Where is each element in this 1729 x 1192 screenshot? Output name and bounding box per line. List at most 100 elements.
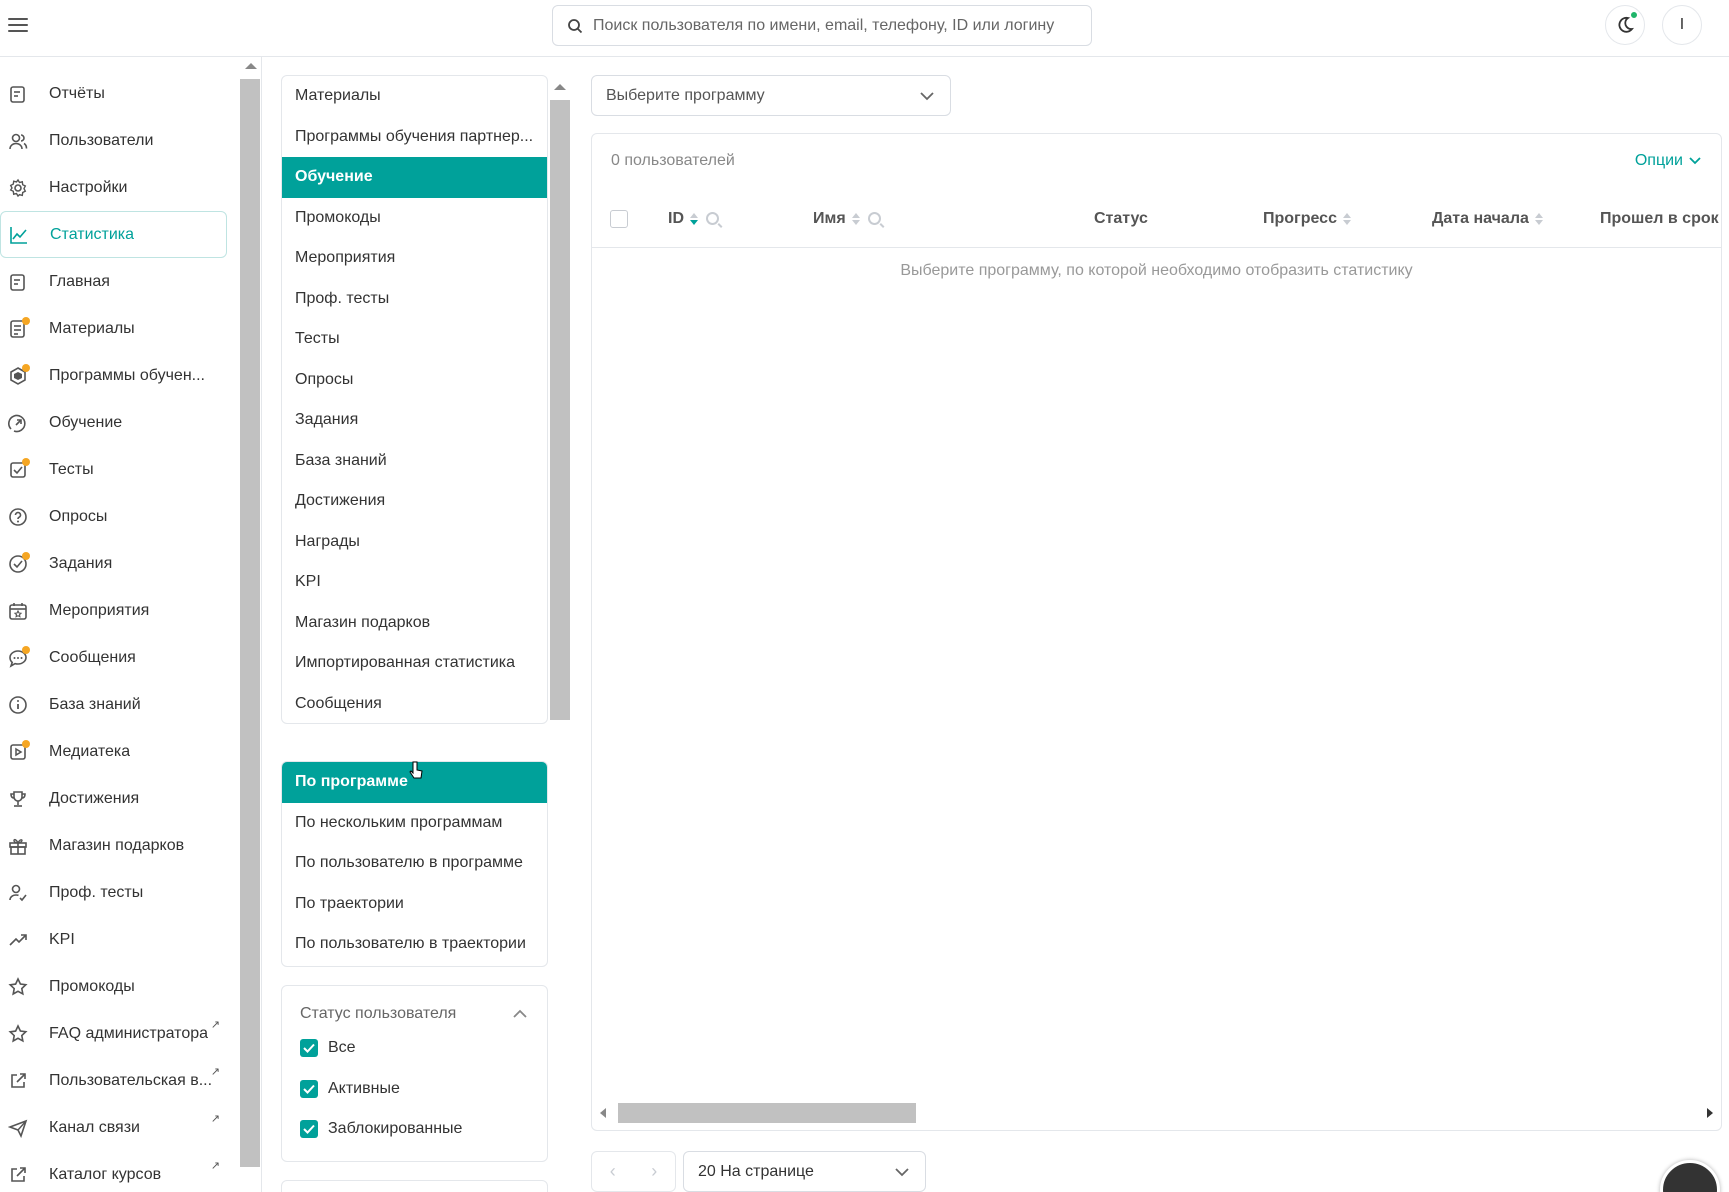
external-arrow-icon: ↗ [210, 1066, 220, 1078]
search-input[interactable] [593, 16, 1073, 35]
sidebar-item[interactable]: Промокоды [0, 963, 230, 1010]
checkbox[interactable] [300, 1039, 318, 1058]
report-type-item[interactable]: По нескольким программам [282, 803, 547, 844]
column-id[interactable]: ID [668, 189, 719, 248]
sidebar-item[interactable]: Пользователи [0, 117, 230, 164]
sidebar-item[interactable]: Достижения [0, 775, 230, 822]
column-on-time[interactable]: Прошел в срок [1600, 189, 1719, 248]
checkbox[interactable] [300, 1120, 318, 1139]
section-item[interactable]: Награды [282, 522, 547, 563]
sidebar-item[interactable]: FAQ администратора ↗ [0, 1010, 230, 1057]
sidebar-item[interactable]: Тесты [0, 446, 230, 493]
section-item[interactable]: Магазин подарков [282, 603, 547, 644]
sidebar-item[interactable]: Магазин подарков [0, 822, 230, 869]
status-option[interactable]: Активные [282, 1069, 547, 1110]
sidebar-item[interactable]: Пользовательская в... ↗ [0, 1057, 230, 1104]
column-start-date[interactable]: Дата начала [1432, 189, 1543, 248]
chat-widget-button[interactable] [1660, 1160, 1720, 1192]
sidebar-item[interactable]: Обучение [0, 399, 230, 446]
sidebar-item[interactable]: KPI [0, 916, 230, 963]
sidebar-item-label: Каталог курсов [49, 1165, 162, 1183]
sidebar-item[interactable]: Программы обучен... [0, 352, 230, 399]
report-type-item[interactable]: По пользователю в программе [282, 843, 547, 884]
sidebar-scrollbar[interactable] [240, 57, 262, 1192]
status-option[interactable]: Все [282, 1028, 547, 1069]
section-item[interactable]: Обучение [282, 157, 547, 198]
section-item[interactable]: Тесты [282, 319, 547, 360]
select-all-checkbox[interactable] [610, 209, 628, 228]
section-item[interactable]: Мероприятия [282, 238, 547, 279]
sidebar-item[interactable]: Проф. тесты [0, 869, 230, 916]
chat-icon [7, 645, 30, 669]
report-type-item[interactable]: По траектории [282, 884, 547, 925]
section-item[interactable]: Опросы [282, 360, 547, 401]
sidebar-item[interactable]: База знаний [0, 681, 230, 728]
scroll-thumb[interactable] [550, 100, 570, 720]
status-option-label: Активные [328, 1079, 400, 1097]
star-icon [7, 1023, 29, 1045]
scroll-up-arrow[interactable] [245, 63, 257, 69]
column-progress[interactable]: Прогресс [1263, 189, 1351, 248]
section-item[interactable]: Сообщения [282, 684, 547, 724]
report-type-list: По программе По нескольким программам По п… [281, 761, 548, 967]
checkbox[interactable] [300, 1079, 318, 1098]
program-select[interactable]: Выберите программу [591, 75, 951, 116]
prev-page-icon[interactable]: ‹ [610, 1161, 616, 1182]
avatar[interactable]: I [1662, 5, 1702, 45]
menu-icon[interactable] [8, 14, 30, 34]
section-item[interactable]: Проф. тесты [282, 279, 547, 320]
sort-icon[interactable] [690, 212, 698, 225]
notification-dot [22, 739, 30, 748]
external-link-icon [7, 1070, 29, 1092]
section-item[interactable]: Промокоды [282, 198, 547, 239]
section-item[interactable]: Материалы [282, 76, 547, 117]
scroll-thumb[interactable] [618, 1103, 916, 1123]
scroll-left-arrow[interactable] [600, 1108, 606, 1118]
section-item[interactable]: База знаний [282, 441, 547, 482]
sidebar-item[interactable]: Материалы [0, 305, 230, 352]
sort-icon[interactable] [1534, 212, 1543, 225]
notification-dot [22, 316, 30, 325]
sections-scrollbar[interactable] [550, 78, 570, 723]
trophy-icon [7, 788, 29, 810]
sidebar-item[interactable]: Опросы [0, 493, 230, 540]
scroll-thumb[interactable] [240, 79, 260, 1167]
search-icon[interactable] [706, 212, 719, 225]
sort-icon[interactable] [1342, 212, 1351, 225]
sidebar-item[interactable]: Настройки [0, 164, 230, 211]
per-page-select[interactable]: 20 На странице [683, 1151, 926, 1192]
section-item[interactable]: Программы обучения партнер... [282, 117, 547, 158]
options-label: Опции [1634, 152, 1683, 169]
column-name[interactable]: Имя [813, 189, 881, 248]
section-item[interactable]: KPI [282, 562, 547, 603]
sidebar-item[interactable]: Сообщения [0, 634, 230, 681]
section-item[interactable]: Задания [282, 400, 547, 441]
sidebar-item[interactable]: Медиатека [0, 728, 230, 775]
options-button[interactable]: Опции [1635, 152, 1701, 170]
theme-toggle-button[interactable] [1605, 5, 1645, 45]
sidebar-item[interactable]: Каталог курсов ↗ [0, 1151, 230, 1192]
sidebar-item[interactable]: Отчёты [0, 70, 230, 117]
status-option[interactable]: Заблокированные [282, 1109, 547, 1150]
sidebar-item[interactable]: Задания [0, 540, 230, 587]
sort-icon[interactable] [851, 212, 860, 225]
scroll-up-arrow[interactable] [554, 84, 566, 90]
report-type-item[interactable]: По пользователю в траектории [282, 924, 547, 965]
horizontal-scrollbar[interactable] [592, 1102, 1721, 1124]
chevron-up-icon [513, 1009, 527, 1018]
section-item[interactable]: Достижения [282, 481, 547, 522]
column-progress-label: Прогресс [1263, 209, 1337, 227]
user-search[interactable] [552, 5, 1092, 46]
sidebar-item[interactable]: Канал связи ↗ [0, 1104, 230, 1151]
sidebar-item[interactable]: Мероприятия [0, 587, 230, 634]
sidebar-item[interactable]: Статистика [0, 211, 227, 258]
sidebar-item-label: Настройки [49, 178, 128, 196]
scroll-right-arrow[interactable] [1707, 1108, 1713, 1118]
send-icon [7, 1117, 29, 1139]
sidebar-item[interactable]: Главная [0, 258, 230, 305]
column-status[interactable]: Статус [1094, 189, 1148, 248]
section-item[interactable]: Импортированная статистика [282, 643, 547, 684]
next-page-icon[interactable]: › [651, 1161, 657, 1182]
sidebar-item-label: FAQ администратора [49, 1024, 209, 1042]
search-icon[interactable] [867, 212, 881, 225]
